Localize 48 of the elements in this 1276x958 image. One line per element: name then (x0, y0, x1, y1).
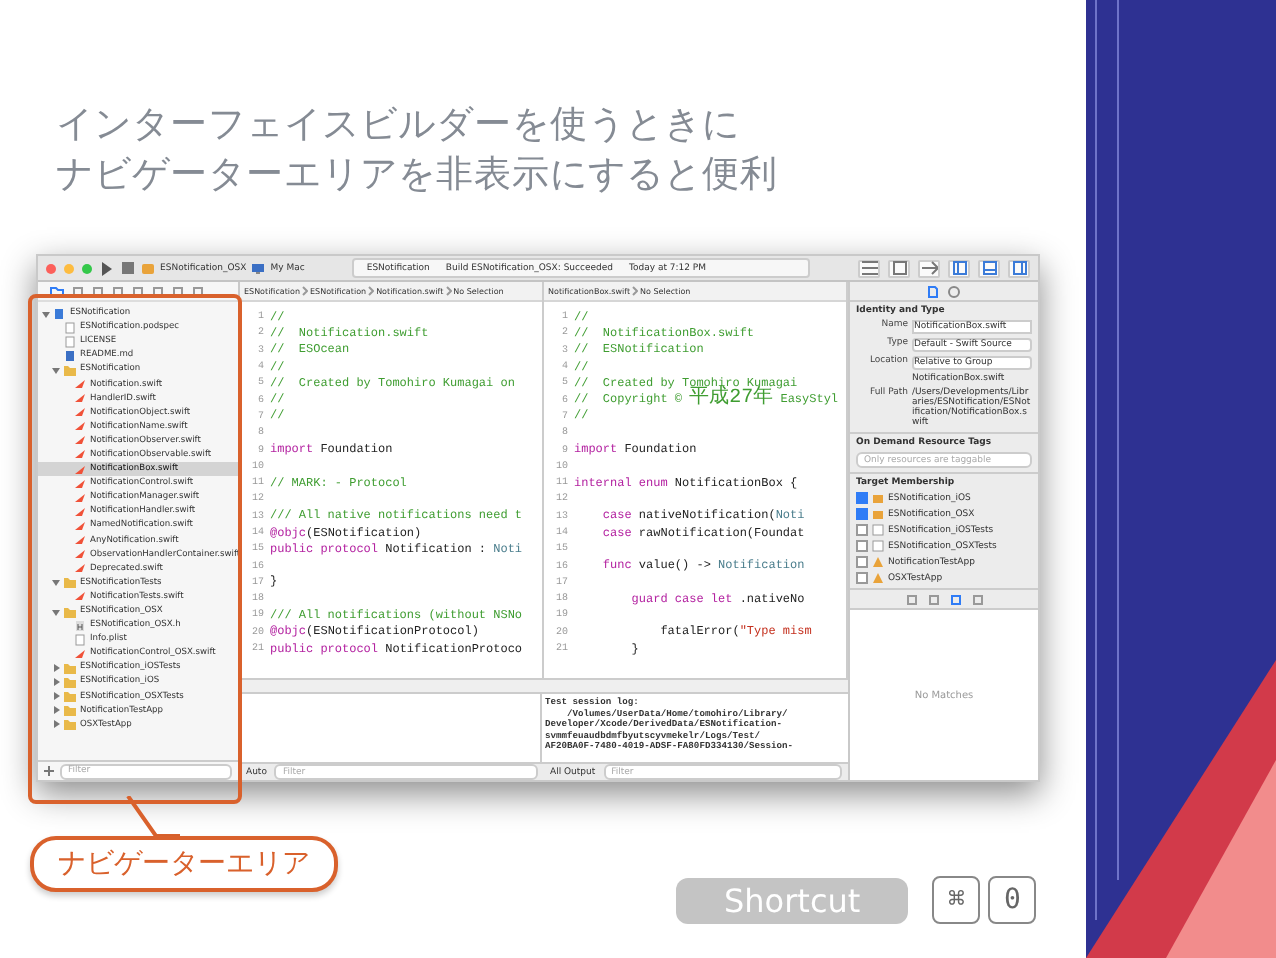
panel-toggle-icon (951, 260, 967, 276)
folder-icon (64, 605, 76, 618)
key-cap: 0 (988, 876, 1037, 924)
checkbox[interactable] (856, 492, 868, 504)
checkbox[interactable] (856, 556, 868, 568)
help-icon[interactable] (948, 285, 960, 297)
panel-toggle-icon (981, 260, 997, 276)
document-icon (64, 349, 76, 362)
panel-toggle-icon (1011, 260, 1027, 276)
toolbar-button[interactable] (978, 259, 1000, 277)
chevron-icon (632, 286, 639, 296)
key-cap: ⌘ (932, 876, 981, 924)
slide-title: ナビゲーターエリアを非表示にすると便利 (56, 152, 780, 200)
toolbar-button[interactable] (948, 259, 970, 277)
swift-file-icon (74, 647, 86, 660)
checkbox[interactable] (856, 508, 868, 520)
run-icon[interactable] (100, 261, 114, 275)
file-icon (74, 633, 86, 646)
swift-file-icon (74, 590, 86, 603)
checkbox[interactable] (856, 572, 868, 584)
editor-mode-icon (921, 260, 937, 276)
toolbar-button[interactable] (918, 259, 940, 277)
header-file-icon (74, 619, 86, 632)
folder-icon (64, 363, 76, 376)
chevron-icon (302, 286, 309, 296)
chevron-icon (445, 286, 452, 296)
monitor-icon (252, 263, 265, 273)
callout-label: ナビゲーターエリア (30, 836, 338, 892)
file-icon[interactable] (928, 285, 938, 297)
toolbar-button[interactable] (858, 259, 880, 277)
toolbar-button[interactable] (888, 259, 910, 277)
disclosure-down-icon[interactable] (52, 365, 60, 374)
disclosure-down-icon[interactable] (52, 578, 60, 587)
folder-icon[interactable] (50, 285, 64, 297)
editor-mode-icon (861, 260, 877, 276)
chevron-icon (368, 286, 375, 296)
project-icon (54, 307, 66, 320)
slide-title: インターフェイスビルダーを使うときに (56, 102, 742, 150)
disclosure-down-icon[interactable] (52, 607, 60, 616)
toolbar-button[interactable] (1008, 259, 1030, 277)
shortcut-label: Shortcut (676, 877, 909, 923)
editor-mode-icon (891, 260, 907, 276)
checkbox[interactable] (856, 540, 868, 552)
add-icon[interactable] (44, 766, 54, 776)
folder-icon (64, 576, 76, 589)
disclosure-down-icon[interactable] (42, 309, 50, 318)
folder-icon (142, 263, 154, 273)
checkbox[interactable] (856, 524, 868, 536)
